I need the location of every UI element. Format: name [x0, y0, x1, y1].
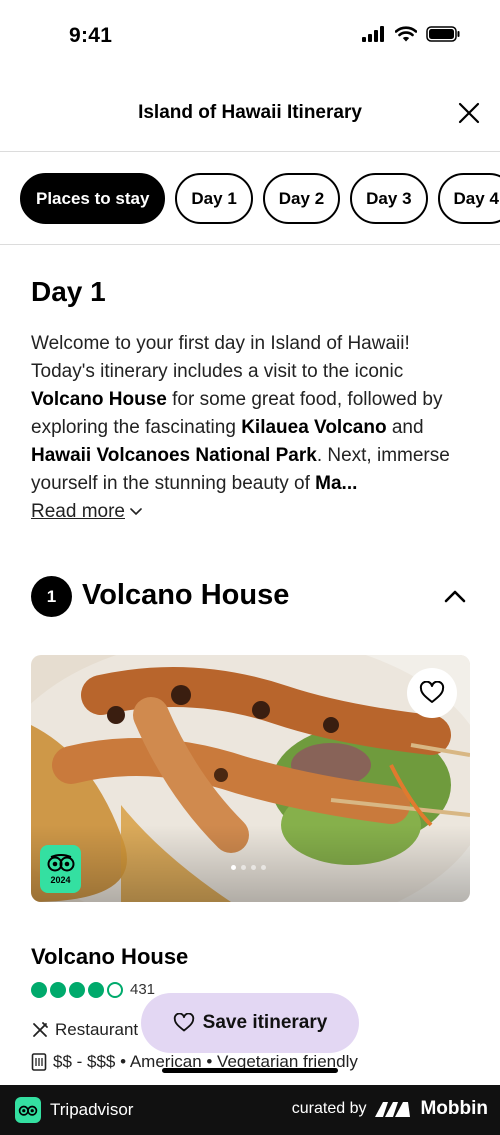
intro-highlight: Volcano House — [31, 389, 167, 410]
category-label: Restaurant — [55, 1020, 139, 1039]
intro-text: Welcome to your first day in Island of H… — [31, 333, 410, 382]
rating-bubble — [31, 981, 47, 998]
close-icon[interactable] — [456, 100, 482, 126]
rating-bubble — [69, 981, 85, 998]
header: Island of Hawaii Itinerary — [0, 80, 500, 152]
intro-highlight: Hawaii Volcanoes National Park — [31, 445, 317, 466]
carousel-dot — [251, 865, 256, 870]
intro-highlight: Kilauea Volcano — [241, 417, 387, 438]
travelers-choice-badge: 2024 — [40, 845, 81, 893]
day-intro-text: Welcome to your first day in Island of H… — [31, 330, 471, 498]
carousel-dot — [231, 865, 236, 870]
place-name[interactable]: Volcano House — [31, 944, 188, 970]
save-itinerary-button[interactable]: Save itinerary — [141, 993, 359, 1053]
place-header[interactable]: 1 Volcano House — [31, 576, 471, 618]
rating-row: 431 — [31, 981, 155, 998]
place-title: Volcano House — [82, 579, 290, 611]
signal-icon — [362, 26, 384, 42]
badge-year: 2024 — [50, 874, 71, 885]
chevron-down-icon — [130, 508, 142, 516]
status-icons — [362, 26, 460, 42]
tab-places-to-stay[interactable]: Places to stay — [20, 173, 166, 224]
page-title: Island of Hawaii Itinerary — [138, 102, 362, 123]
carousel-dot — [241, 865, 246, 870]
tab-day-1[interactable]: Day 1 — [175, 173, 253, 224]
heart-icon — [173, 1013, 194, 1032]
tripadvisor-label: Tripadvisor — [50, 1100, 134, 1119]
save-itinerary-label: Save itinerary — [202, 1012, 328, 1033]
read-more-link[interactable]: Read more — [31, 501, 143, 523]
status-bar: 9:41 — [0, 0, 500, 75]
review-count: 431 — [130, 981, 156, 998]
intro-highlight: Ma... — [315, 473, 358, 494]
save-favorite-button[interactable] — [407, 668, 457, 718]
mobbin-label: Mobbin — [420, 1098, 488, 1119]
tripadvisor-logo-icon — [15, 1097, 41, 1123]
utensils-icon — [33, 1022, 48, 1037]
tab-day-2[interactable]: Day 2 — [262, 173, 341, 224]
chevron-up-icon[interactable] — [443, 586, 467, 606]
tripadvisor-brand: Tripadvisor — [15, 1097, 133, 1123]
intro-text: and — [386, 417, 424, 438]
curated-by-label: curated by — [291, 1100, 367, 1117]
heart-icon — [419, 681, 445, 703]
carousel-dot — [261, 865, 266, 870]
owl-icon — [47, 853, 74, 871]
rating-bubble-empty — [107, 981, 123, 998]
battery-icon — [426, 26, 460, 42]
day-title: Day 1 — [31, 276, 106, 307]
status-time: 9:41 — [69, 24, 113, 47]
rating-bubble — [50, 981, 66, 998]
brand-bar: Tripadvisor curated by Mobbin — [0, 1085, 500, 1135]
place-photo[interactable]: 2024 — [31, 655, 470, 902]
tab-day-3[interactable]: Day 3 — [350, 173, 428, 224]
tab-day-4[interactable]: Day 4 — [437, 173, 500, 224]
mobbin-logo-icon — [375, 1102, 411, 1117]
wifi-icon — [395, 26, 417, 42]
menu-icon — [31, 1053, 47, 1071]
mobbin-brand: curated by Mobbin — [292, 1098, 488, 1120]
place-number-badge: 1 — [31, 576, 72, 617]
rating-bubble — [88, 981, 104, 998]
home-indicator — [162, 1068, 338, 1073]
read-more-label: Read more — [31, 501, 125, 522]
day-tabs: Places to stay Day 1 Day 2 Day 3 Day 4 — [0, 152, 500, 245]
carousel-dots — [231, 865, 266, 870]
category-row: Restaurant — [31, 1020, 138, 1040]
